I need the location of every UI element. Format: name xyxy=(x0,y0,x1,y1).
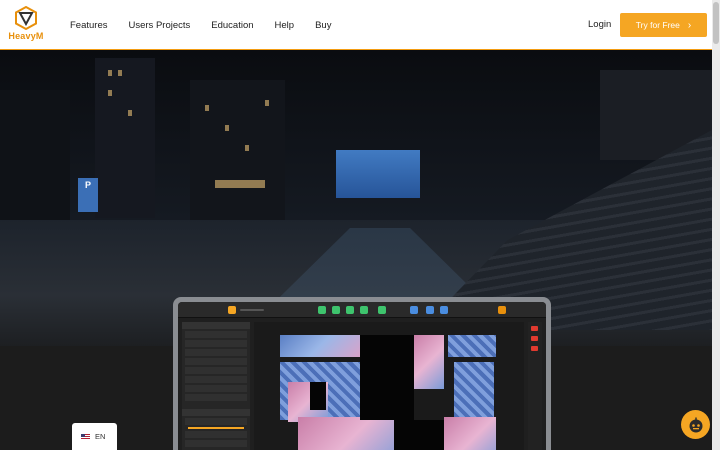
page: HeavyM Features Users Projects Education… xyxy=(0,0,720,450)
projection-screen xyxy=(336,150,420,198)
login-link[interactable]: Login xyxy=(588,19,611,30)
parking-sign: P xyxy=(78,178,98,212)
chat-bot-icon xyxy=(689,417,702,432)
nav-item-help[interactable]: Help xyxy=(275,20,295,31)
scrollbar-thumb[interactable] xyxy=(713,2,719,44)
chevron-right-icon: › xyxy=(687,19,692,31)
laptop-mockup xyxy=(173,297,551,450)
logo-text: HeavyM xyxy=(8,31,44,41)
app-right-toolbar xyxy=(528,322,542,450)
us-flag-icon xyxy=(81,433,90,440)
cta-label: Try for Free xyxy=(635,20,680,30)
page-scrollbar[interactable] xyxy=(712,0,720,450)
building-far-left xyxy=(0,90,70,220)
nav-item-features[interactable]: Features xyxy=(70,20,108,31)
try-for-free-button[interactable]: Try for Free › xyxy=(620,13,707,37)
site-header: HeavyM Features Users Projects Education… xyxy=(0,0,712,50)
nav-item-users-projects[interactable]: Users Projects xyxy=(129,20,191,31)
nav-item-buy[interactable]: Buy xyxy=(315,20,331,31)
nav-item-education[interactable]: Education xyxy=(211,20,253,31)
main-nav: Features Users Projects Education Help B… xyxy=(70,0,352,50)
logo[interactable]: HeavyM xyxy=(7,6,45,46)
heavym-logo-icon xyxy=(15,6,37,30)
language-label: EN xyxy=(95,432,106,441)
app-layers-panel xyxy=(182,322,250,450)
chat-bot-button[interactable] xyxy=(681,410,710,439)
building-left xyxy=(95,58,155,218)
building-center-left xyxy=(190,80,285,220)
app-toolbar xyxy=(178,302,546,318)
heavym-app-screenshot xyxy=(178,302,546,450)
app-canvas xyxy=(254,322,524,450)
language-selector[interactable]: EN xyxy=(72,423,117,450)
